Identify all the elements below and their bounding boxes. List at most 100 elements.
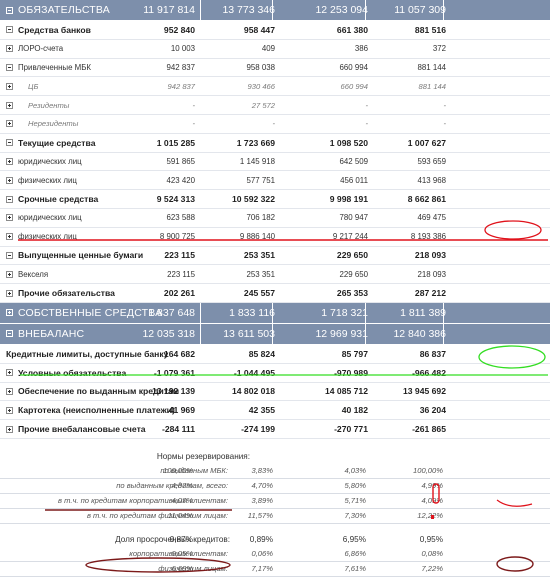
value-cell: 11,57% — [247, 511, 273, 521]
value-cell: 660 994 — [340, 81, 368, 91]
value-cell: 4,03% — [344, 466, 366, 476]
value-cell: 3,83% — [251, 466, 273, 476]
table-row[interactable]: Прочие обязательства 202 261 245 557 265 35… — [0, 284, 550, 303]
section-title: Нормы резервирования: — [156, 451, 250, 461]
value-cell: 42 355 — [248, 405, 275, 416]
collapse-icon[interactable] — [6, 195, 13, 203]
row-label: Прочие внебалансовые счета — [6, 420, 146, 438]
value-cell: 0,95% — [419, 534, 443, 544]
value-cell: 9 217 244 — [332, 232, 368, 242]
table-row[interactable]: Резиденты - 27 572 - - — [0, 96, 550, 115]
expand-icon[interactable] — [6, 101, 13, 109]
row-label: ЛОРО-счета — [6, 40, 63, 58]
header-cell-divider — [200, 302, 201, 323]
table-row[interactable]: Средства банков 952 840 958 447 661 380 881 … — [0, 21, 550, 40]
table-row[interactable]: Обеспечение по выданным кредитам 13 192 1… — [0, 383, 550, 402]
section-header-row[interactable]: ВНЕБАЛАНС 12 035 318 13 611 503 12 969 931 1… — [0, 323, 550, 345]
row-label-text: юридических лиц — [18, 213, 82, 223]
value-cell: 7,22% — [421, 564, 443, 574]
table-row[interactable]: физических лиц 423 420 577 751 456 011 413 9… — [0, 171, 550, 191]
table-row[interactable]: Картотека (неисполненные платежи) 41 969 4… — [0, 401, 550, 421]
value-cell: 202 261 — [163, 288, 195, 299]
header-cell-divider — [200, 0, 201, 20]
value-cell: 100,00% — [413, 466, 443, 476]
expand-icon[interactable] — [6, 82, 13, 90]
value-cell: 86 837 — [419, 348, 446, 359]
collapse-icon[interactable] — [6, 6, 13, 14]
expand-icon[interactable] — [6, 233, 13, 241]
collapse-icon[interactable] — [6, 251, 13, 259]
row-label-text: Кредитные лимиты, доступные банку — [6, 348, 169, 359]
collapse-icon[interactable] — [6, 63, 13, 71]
row-label-text: СОБСТВЕННЫЕ СРЕДСТВА — [18, 306, 163, 319]
value-cell: 469 475 — [417, 213, 446, 223]
row-label: физических лиц — [6, 228, 77, 246]
table-row[interactable]: Текущие средства 1 015 285 1 723 669 1 098 … — [0, 134, 550, 153]
table-row[interactable]: ЛОРО-счета 10 003 409 386 372 — [0, 40, 550, 59]
norm-row: в т.ч. по кредитам физическим лицам: 11,0… — [0, 509, 550, 524]
expand-icon[interactable] — [6, 120, 13, 128]
value-cell: -270 771 — [334, 424, 368, 435]
value-cell: - — [365, 119, 368, 129]
expand-icon[interactable] — [6, 406, 13, 414]
table-row[interactable]: Срочные средства 9 524 313 10 592 322 9 998… — [0, 190, 550, 209]
value-cell: 41 969 — [168, 405, 195, 416]
row-label-text: физических лиц — [18, 232, 77, 242]
collapse-icon[interactable] — [6, 330, 13, 338]
value-cell: 780 947 — [339, 213, 368, 223]
value-cell: 12 840 386 — [393, 327, 446, 340]
expand-icon[interactable] — [6, 309, 13, 317]
row-label-text: Условные обязательства — [18, 367, 127, 378]
value-cell: 661 380 — [336, 24, 368, 35]
table-row[interactable]: физических лиц 8 900 725 9 886 140 9 217 24… — [0, 228, 550, 247]
table-row[interactable]: Нерезиденты - - - - — [0, 115, 550, 134]
expand-icon[interactable] — [6, 270, 13, 278]
expand-icon[interactable] — [6, 425, 13, 433]
value-cell: 0,89% — [249, 534, 273, 544]
expand-icon[interactable] — [6, 176, 13, 184]
expand-icon[interactable] — [6, 45, 13, 53]
expand-icon[interactable] — [6, 289, 13, 297]
value-cell: 642 509 — [339, 156, 368, 166]
value-cell: 13 945 692 — [402, 386, 446, 397]
value-cell: 100,00% — [163, 466, 193, 476]
collapse-icon[interactable] — [6, 26, 13, 34]
section-header-row[interactable]: ОБЯЗАТЕЛЬСТВА 11 917 814 13 773 346 12 253 … — [0, 0, 550, 21]
row-label: ОБЯЗАТЕЛЬСТВА — [6, 0, 110, 20]
table-row[interactable]: Выпущенные ценные бумаги 223 115 253 351 22… — [0, 247, 550, 266]
expand-icon[interactable] — [6, 387, 13, 395]
value-cell: 942 837 — [167, 81, 195, 91]
value-cell: 8 193 386 — [410, 232, 446, 242]
value-cell: 958 038 — [246, 62, 275, 72]
norm-label: в т.ч. по кредитам физическим лицам: — [86, 511, 228, 521]
table-row[interactable]: юридических лиц 591 865 1 145 918 642 509 59… — [0, 153, 550, 172]
row-label-text: ОБЯЗАТЕЛЬСТВА — [18, 4, 110, 16]
table-row: Кредитные лимиты, доступные банку 164 682… — [0, 345, 550, 364]
value-cell: 1 833 116 — [229, 306, 275, 319]
value-cell: 7,17% — [251, 564, 273, 574]
row-label: физических лиц — [6, 171, 77, 189]
value-cell: 5,80% — [344, 481, 366, 491]
table-row[interactable]: Прочие внебалансовые счета -284 111 -274 1… — [0, 420, 550, 439]
section-header-row[interactable]: СОБСТВЕННЫЕ СРЕДСТВА 1 837 648 1 833 116 1 … — [0, 302, 550, 324]
table-row[interactable]: Условные обязательства -1 079 361 -1 044 4… — [0, 364, 550, 383]
row-label: Текущие средства — [6, 134, 95, 152]
value-cell: 14 802 018 — [231, 386, 275, 397]
value-cell: 8 900 725 — [159, 232, 195, 242]
collapse-icon[interactable] — [6, 139, 13, 147]
value-cell: 229 650 — [336, 250, 368, 261]
row-label: ЦБ — [6, 77, 38, 95]
value-cell: 593 659 — [417, 156, 446, 166]
value-cell: 6,95% — [342, 534, 366, 544]
expand-icon[interactable] — [6, 369, 13, 377]
table-row[interactable]: Привлеченные МБК 942 837 958 038 660 994 881… — [0, 59, 550, 78]
expand-icon[interactable] — [6, 214, 13, 222]
table-row[interactable]: Векселя 223 115 253 351 229 650 218 093 — [0, 265, 550, 285]
table-row[interactable]: юридических лиц 623 588 706 182 780 947 469 … — [0, 209, 550, 228]
table-row[interactable]: ЦБ 942 837 930 466 660 994 881 144 — [0, 77, 550, 97]
row-label-text: ВНЕБАЛАНС — [18, 327, 85, 340]
value-cell: 12 253 094 — [315, 4, 368, 16]
value-cell: 85 824 — [248, 348, 275, 359]
value-cell: 6,60% — [171, 564, 193, 574]
expand-icon[interactable] — [6, 157, 13, 165]
